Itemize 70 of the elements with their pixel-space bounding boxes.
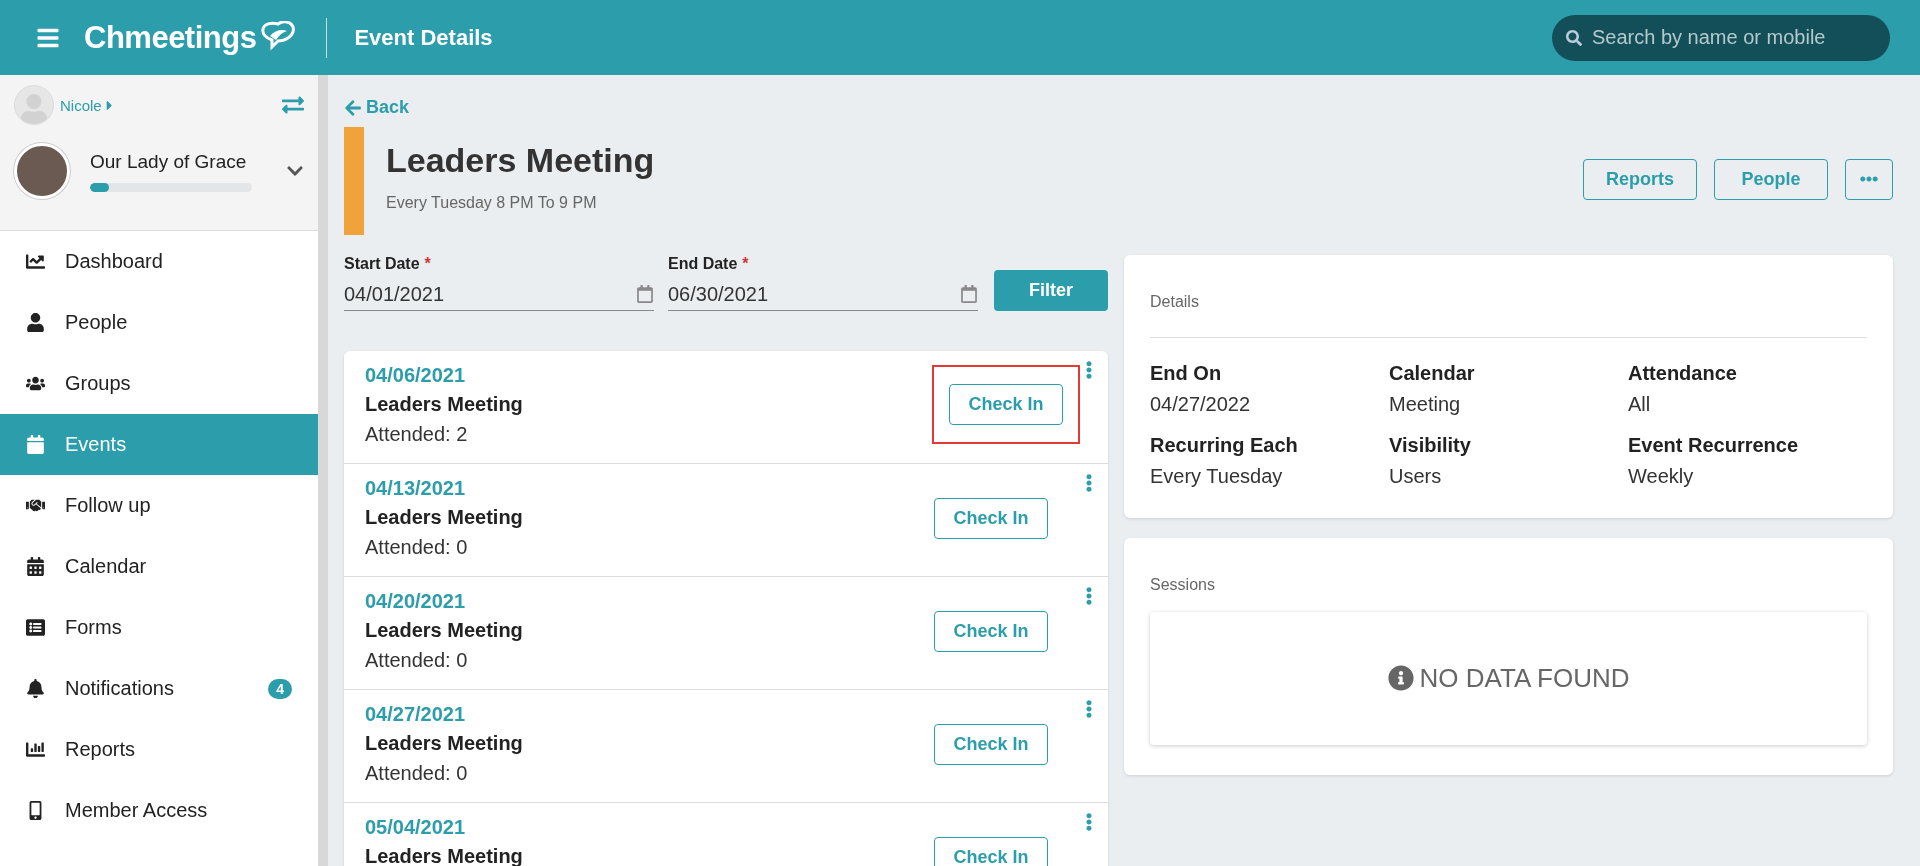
search-field[interactable]: Search by name or mobile — [1590, 25, 1876, 50]
detail-value: Weekly — [1628, 464, 1695, 488]
occurrence-name: Leaders Meeting — [365, 730, 523, 756]
date-field[interactable]: 04/01/2021 — [344, 282, 636, 306]
occurrence-name: Leaders Meeting — [365, 391, 523, 417]
check-in-button[interactable]: Check In — [934, 836, 1048, 866]
occurrence-date[interactable]: 04/27/2021 — [365, 699, 523, 728]
occurrence-date[interactable]: 04/20/2021 — [365, 586, 523, 615]
empty-message: NO DATA FOUND — [1419, 662, 1630, 694]
calendar-icon — [636, 285, 654, 303]
check-in-button[interactable]: Check In — [934, 497, 1048, 539]
back-link[interactable]: Back — [344, 97, 410, 118]
occurrence-name: Leaders Meeting — [365, 617, 523, 643]
detail-value: Every Tuesday — [1150, 464, 1284, 488]
swap-arrows-icon[interactable] — [282, 94, 304, 116]
check-in-button[interactable]: Check In — [949, 383, 1063, 425]
brand-logo-text: Chmeetings — [84, 19, 257, 56]
more-button[interactable] — [1845, 158, 1893, 200]
attendance-count: Attended: 2 — [365, 421, 469, 447]
event-schedule: Every Tuesday 8 PM To 9 PM — [386, 193, 598, 212]
user-menu-link[interactable]: Nicole — [60, 96, 117, 114]
field-label: Start Date * — [344, 254, 432, 273]
action-button[interactable]: People — [1714, 158, 1828, 200]
card-title: Sessions — [1150, 575, 1216, 595]
occurrence-date[interactable]: 05/04/2021 — [365, 812, 523, 841]
attendance-count: Attended: 0 — [365, 534, 469, 560]
sidebar-item[interactable]: Follow up — [0, 475, 318, 536]
check-in-button[interactable]: Check In — [934, 723, 1048, 765]
sidebar-item[interactable]: Member Access — [0, 780, 318, 841]
detail-value: 04/27/2022 — [1150, 392, 1252, 416]
date-field[interactable]: 06/30/2021 — [668, 282, 960, 306]
sidebar-item[interactable]: Reports — [0, 719, 318, 780]
calendar-icon — [960, 285, 978, 303]
filter-button[interactable]: Filter — [994, 269, 1108, 311]
event-title: Leaders Meeting — [386, 140, 655, 180]
attendance-count: Attended: 0 — [365, 760, 469, 786]
detail-value: Users — [1389, 464, 1443, 488]
search-box[interactable]: Search by name or mobile — [1552, 14, 1890, 61]
sidebar-item[interactable]: Notifications 4 — [0, 658, 318, 719]
sidebar-item[interactable]: Calendar — [0, 536, 318, 597]
occurrence-date[interactable]: 04/06/2021 — [365, 360, 523, 389]
sidebar-item[interactable]: Dashboard — [0, 231, 318, 292]
attendance-count: Attended: 0 — [365, 647, 469, 673]
sidebar-item[interactable]: Events — [0, 414, 318, 475]
action-button[interactable]: Reports — [1583, 158, 1697, 200]
occurrence-date[interactable]: 04/13/2021 — [365, 473, 523, 502]
sidebar-item[interactable]: Forms — [0, 597, 318, 658]
occurrence-name: Leaders Meeting — [365, 843, 523, 866]
detail-label: Attendance — [1628, 361, 1738, 385]
arrow-left-icon — [344, 98, 362, 117]
avatar-silhouette — [14, 85, 54, 125]
info-icon — [1387, 665, 1414, 691]
search-icon — [1566, 29, 1582, 46]
detail-label: Event Recurrence — [1628, 433, 1800, 457]
page-title: Event Details — [354, 24, 493, 51]
sidebar-item[interactable]: Groups — [0, 353, 318, 414]
count-badge: 4 — [268, 678, 292, 699]
detail-label: Visibility — [1389, 433, 1472, 457]
detail-label: Calendar — [1389, 361, 1476, 385]
detail-label: End On — [1150, 361, 1223, 385]
sidebar-item[interactable]: People — [0, 292, 318, 353]
occurrence-name: Leaders Meeting — [365, 504, 523, 530]
photo-placeholder — [14, 143, 70, 199]
church-name: Our Lady of Grace — [90, 150, 248, 173]
card-title: Details — [1150, 292, 1867, 338]
detail-label: Recurring Each — [1150, 433, 1299, 457]
detail-value: All — [1628, 392, 1652, 416]
check-in-button[interactable]: Check In — [934, 610, 1048, 652]
field-label: End Date * — [668, 254, 750, 273]
detail-value: Meeting — [1389, 392, 1462, 416]
